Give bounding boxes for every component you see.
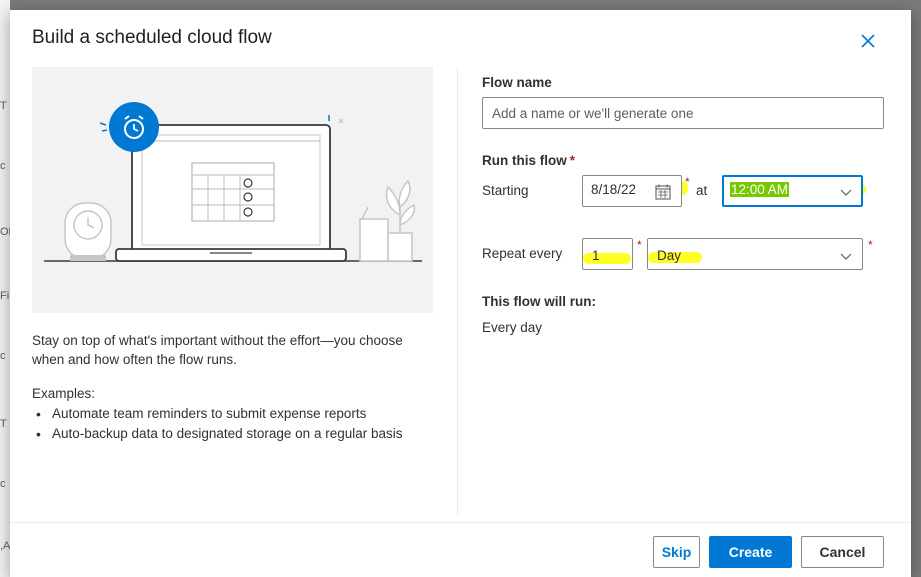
- flow-name-label: Flow name: [482, 75, 552, 90]
- edge-glyph: T: [0, 100, 7, 112]
- edge-glyph: ,A: [0, 540, 11, 552]
- column-divider: [457, 67, 458, 515]
- example-item: Auto-backup data to designated storage o…: [32, 424, 403, 444]
- examples-list: Automate team reminders to submit expens…: [32, 404, 403, 444]
- example-item: Automate team reminders to submit expens…: [32, 404, 403, 424]
- required-mark: *: [868, 238, 873, 252]
- required-mark: *: [637, 238, 642, 252]
- required-mark: *: [685, 175, 690, 189]
- run-this-flow-text: Run this flow: [482, 153, 567, 168]
- build-flow-dialog: Build a scheduled cloud flow Stay on top…: [10, 10, 911, 577]
- start-date-value: 8/18/22: [591, 182, 637, 197]
- laptop-calendar-illustration: [44, 102, 422, 262]
- close-button[interactable]: [858, 31, 878, 51]
- edge-glyph: T: [0, 418, 7, 430]
- edge-glyph: c: [0, 350, 6, 362]
- required-mark: *: [569, 153, 576, 168]
- flow-schedule-summary: Every day: [482, 320, 543, 335]
- background-page-edge: T c OF Fi c T c ,A: [0, 0, 15, 577]
- close-icon: [861, 34, 875, 48]
- skip-button[interactable]: Skip: [653, 536, 700, 568]
- edge-glyph: c: [0, 160, 6, 172]
- flow-will-run-label: This flow will run:: [482, 294, 596, 309]
- cancel-button[interactable]: Cancel: [801, 536, 884, 568]
- repeat-unit-dropdown[interactable]: Day: [647, 238, 863, 270]
- chevron-down-icon: [840, 253, 852, 260]
- start-date-picker[interactable]: 8/18/22: [582, 175, 682, 207]
- start-time-value: 12:00 AM: [730, 182, 790, 197]
- create-button[interactable]: Create: [709, 536, 792, 568]
- repeat-unit-value: Day: [657, 248, 682, 263]
- dialog-title: Build a scheduled cloud flow: [32, 27, 272, 48]
- flow-name-input[interactable]: [482, 97, 884, 129]
- calendar-icon: [655, 184, 671, 200]
- repeat-every-label: Repeat every: [482, 246, 563, 261]
- examples-heading: Examples:: [32, 386, 96, 401]
- chevron-down-icon: [840, 189, 852, 196]
- flow-description: Stay on top of what's important without …: [32, 333, 403, 367]
- footer-divider: [10, 522, 911, 523]
- at-label: at: [696, 183, 708, 198]
- repeat-interval-input[interactable]: 1: [582, 238, 633, 270]
- edge-glyph: c: [0, 478, 6, 490]
- starting-label: Starting: [482, 183, 529, 198]
- repeat-interval-value: 1: [592, 248, 600, 263]
- scheduled-flow-illustration: [32, 67, 433, 313]
- run-this-flow-label: Run this flow *: [482, 153, 575, 168]
- edge-glyph: Fi: [0, 290, 10, 302]
- start-time-dropdown[interactable]: 12:00 AM: [722, 175, 863, 207]
